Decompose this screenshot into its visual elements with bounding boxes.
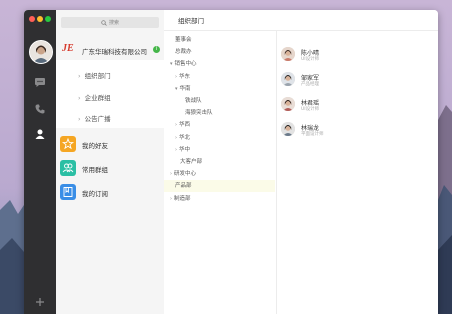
app-label: 常用群组 xyxy=(82,166,108,174)
chevron-right-icon[interactable]: › xyxy=(170,171,172,177)
chevron-right-icon: › xyxy=(78,72,81,80)
chat-bubble-icon[interactable] xyxy=(34,76,46,88)
tree-node[interactable]: › 制造部 xyxy=(170,194,191,205)
company-item-departments[interactable]: › 组织部门 xyxy=(78,70,111,82)
member-item[interactable]: 林瑞龙 平面设计师 xyxy=(277,118,437,142)
member-list: 陈小晴 UI设计师 邹家军 产品经理 林君瑶 UI设计师 林瑞龙 平面设计师 xyxy=(277,31,438,314)
minimize-window-button[interactable] xyxy=(37,16,43,22)
tree-node-label: 销售中心 xyxy=(174,61,197,68)
chevron-down-icon[interactable]: ▾ xyxy=(170,61,173,67)
chevron-right-icon[interactable]: › xyxy=(175,122,177,128)
bookmark-icon xyxy=(60,184,76,200)
chevron-right-icon[interactable]: › xyxy=(175,147,177,153)
main-panel: 组织部门 董事会 总裁办 ▾ 销售中心 › 华东 ▾ 华南 铁战队 海狼突击队 › 华西 › 华北 › 华中大… xyxy=(164,10,438,314)
department-tree: 董事会 总裁办 ▾ 销售中心 › 华东 ▾ 华南 铁战队 海狼突击队 › 华西 › 华北 › 华中 大客户部 › 研… xyxy=(164,31,277,314)
company-header[interactable]: JE 广东华瑞科技有限公司 i xyxy=(56,38,164,60)
avatar-portrait-icon xyxy=(30,41,52,63)
tree-node[interactable]: 总裁办 xyxy=(170,47,192,58)
tree-node[interactable]: ▾ 华南 xyxy=(175,84,191,95)
navigation-column: 搜索 JE 广东华瑞科技有限公司 i › 组织部门 › 企业群组 › 公告广播 我的好… xyxy=(56,10,165,314)
app-label: 我的订阅 xyxy=(82,190,108,198)
search-placeholder: 搜索 xyxy=(108,20,119,26)
member-title: 平面设计师 xyxy=(301,132,324,137)
tree-node-label: 产品部 xyxy=(175,183,192,190)
tree-node[interactable]: 大客户部 xyxy=(175,157,202,168)
contacts-icon[interactable] xyxy=(34,128,46,140)
tree-node[interactable]: 海狼突击队 xyxy=(180,108,213,119)
tree-node-label: 总裁办 xyxy=(175,49,192,56)
company-item-announcements[interactable]: › 公告广播 xyxy=(78,113,111,125)
member-avatar xyxy=(281,47,295,61)
tree-node[interactable]: › 研发中心 xyxy=(170,169,196,180)
close-window-button[interactable] xyxy=(29,16,35,22)
maximize-window-button[interactable] xyxy=(45,16,51,22)
group-icon xyxy=(60,160,76,176)
member-title: 产品经理 xyxy=(301,82,319,87)
tree-node-label: 华北 xyxy=(179,134,191,141)
tree-node-label: 华中 xyxy=(179,146,191,153)
company-name: 广东华瑞科技有限公司 xyxy=(82,48,147,56)
member-avatar xyxy=(281,122,295,136)
company-item-label: 企业群组 xyxy=(84,94,111,102)
tree-node[interactable]: › 华东 xyxy=(175,72,190,83)
member-title: UI设计师 xyxy=(301,107,320,112)
chevron-right-icon: › xyxy=(78,94,81,102)
member-item[interactable]: 陈小晴 UI设计师 xyxy=(277,43,437,67)
tree-node[interactable]: 铁战队 xyxy=(180,96,202,107)
tree-node-label: 董事会 xyxy=(175,37,192,43)
member-item[interactable]: 林君瑶 UI设计师 xyxy=(277,93,437,117)
tree-node[interactable]: › 华北 xyxy=(175,133,190,144)
member-avatar xyxy=(281,97,295,111)
tree-node-label: 研发中心 xyxy=(174,171,197,178)
company-item-groups[interactable]: › 企业群组 xyxy=(78,92,111,104)
app-window: 搜索 JE 广东华瑞科技有限公司 i › 组织部门 › 企业群组 › 公告广播 我的好… xyxy=(24,10,438,314)
chevron-right-icon[interactable]: › xyxy=(170,196,172,202)
company-item-label: 公告广播 xyxy=(84,115,111,123)
member-item[interactable]: 邹家军 产品经理 xyxy=(277,68,437,92)
member-title: UI设计师 xyxy=(301,57,320,62)
company-info-badge[interactable]: i xyxy=(153,46,160,53)
company-logo: JE xyxy=(62,43,74,54)
tree-node-label: 制造部 xyxy=(174,195,191,202)
user-avatar[interactable] xyxy=(29,40,53,64)
chevron-right-icon[interactable]: › xyxy=(175,74,177,80)
search-icon xyxy=(101,19,107,26)
app-my-subscriptions[interactable]: 我的订阅 xyxy=(60,184,160,204)
tree-node-label: 华西 xyxy=(179,122,191,129)
tree-node[interactable]: 产品部 xyxy=(170,181,192,192)
tree-node-label: 大客户部 xyxy=(180,159,203,165)
tree-node-label: 华南 xyxy=(179,85,191,92)
tree-node-label: 海狼突击队 xyxy=(185,110,213,117)
tree-node[interactable]: › 华西 xyxy=(175,120,190,131)
tree-node-label: 铁战队 xyxy=(185,98,202,104)
tree-node[interactable]: 董事会 xyxy=(170,35,192,46)
left-rail xyxy=(24,10,56,314)
chevron-down-icon[interactable]: ▾ xyxy=(175,86,178,92)
search-input[interactable]: 搜索 xyxy=(61,17,159,28)
plus-icon[interactable] xyxy=(34,296,46,308)
member-avatar xyxy=(281,72,295,86)
tree-node[interactable]: › 华中 xyxy=(175,145,190,156)
chevron-right-icon: › xyxy=(78,115,81,123)
phone-icon[interactable] xyxy=(34,103,46,115)
star-icon xyxy=(60,136,76,152)
app-label: 我的好友 xyxy=(82,142,108,150)
tree-node-label: 华东 xyxy=(179,73,191,80)
chevron-right-icon[interactable]: › xyxy=(175,135,177,141)
app-my-friends[interactable]: 我的好友 xyxy=(60,136,160,156)
company-item-label: 组织部门 xyxy=(84,72,111,80)
tree-node[interactable]: ▾ 销售中心 xyxy=(170,59,197,70)
page-title: 组织部门 xyxy=(178,17,204,25)
app-common-groups[interactable]: 常用群组 xyxy=(60,160,160,180)
